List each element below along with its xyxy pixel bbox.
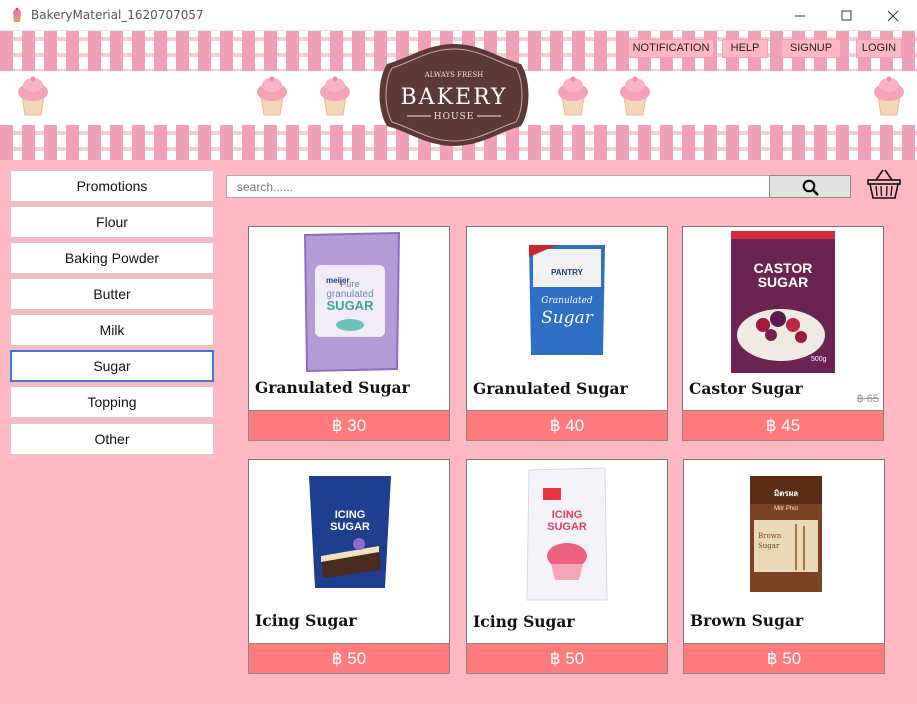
svg-text:Mitr Phol: Mitr Phol (774, 506, 798, 512)
svg-text:มิตรผล: มิตรผล (774, 489, 798, 498)
category-milk[interactable]: Milk (10, 314, 214, 346)
product-name: Brown Sugar (690, 611, 804, 630)
cupcake-decoration-icon (320, 76, 350, 116)
search-input[interactable] (226, 175, 770, 198)
product-card[interactable]: meijer Pure granulated SUGAR Granulated … (248, 226, 450, 441)
cupcake-decoration-icon (558, 76, 588, 116)
category-butter[interactable]: Butter (10, 278, 214, 310)
svg-text:ICING: ICING (552, 509, 583, 521)
minimize-button[interactable] (777, 0, 823, 31)
svg-text:SUGAR: SUGAR (330, 521, 370, 533)
close-icon (887, 10, 899, 22)
product-price: ฿ 50 (248, 643, 450, 674)
category-baking-powder[interactable]: Baking Powder (10, 242, 214, 274)
svg-text:PANTRY: PANTRY (551, 268, 584, 277)
product-name: Granulated Sugar (255, 378, 410, 397)
product-name: Icing Sugar (473, 612, 575, 631)
category-other[interactable]: Other (10, 423, 214, 455)
svg-text:Sugar: Sugar (541, 308, 594, 328)
product-price: ฿ 50 (466, 643, 668, 674)
svg-text:SUGAR: SUGAR (547, 521, 587, 533)
cupcake-decoration-icon (874, 76, 904, 116)
product-card[interactable]: ICING SUGAR Icing Sugar ฿ 50 (466, 459, 668, 674)
close-button[interactable] (870, 0, 916, 31)
notification-button[interactable]: NOTIFICATION (628, 39, 714, 58)
svg-text:Sugar: Sugar (758, 542, 780, 550)
minimize-icon (795, 15, 805, 17)
product-image: PANTRY Granulated Sugar (529, 245, 605, 355)
product-image: มิตรผล Mitr Phol Brown Sugar (750, 476, 822, 592)
svg-text:Brown: Brown (758, 532, 782, 540)
product-price: ฿ 50 (683, 643, 885, 674)
maximize-icon (841, 10, 852, 21)
product-card[interactable]: มิตรผล Mitr Phol Brown Sugar Brown Sugar… (683, 459, 885, 674)
login-button[interactable]: LOGIN (856, 39, 902, 58)
header-banner: ALWAYS FRESH BAKERY HOUSE NOTIFICATION H… (0, 31, 917, 160)
bakery-house-logo: ALWAYS FRESH BAKERY HOUSE (379, 44, 529, 146)
product-image: meijer Pure granulated SUGAR (303, 231, 401, 373)
cupcake-app-icon (13, 7, 21, 22)
product-name: Icing Sugar (255, 611, 357, 630)
product-image: CASTOR SUGAR 500g (731, 231, 835, 373)
product-old-price: ฿ 65 (856, 393, 879, 405)
product-price: ฿ 40 (466, 410, 668, 441)
svg-text:ICING: ICING (335, 509, 366, 521)
product-card[interactable]: ICING SUGAR Icing Sugar ฿ 50 (248, 459, 450, 674)
category-promotions[interactable]: Promotions (10, 170, 214, 202)
title-bar: BakeryMaterial_1620707057 (0, 0, 917, 31)
search-button[interactable] (769, 175, 851, 198)
signup-button[interactable]: SIGNUP (781, 39, 841, 58)
category-sugar[interactable]: Sugar (10, 350, 214, 382)
category-topping[interactable]: Topping (10, 386, 214, 418)
category-flour[interactable]: Flour (10, 206, 214, 238)
logo-name: BAKERY (401, 85, 508, 110)
product-image: ICING SUGAR (526, 467, 608, 601)
product-price: ฿ 30 (248, 410, 450, 441)
logo-sub: HOUSE (434, 112, 475, 122)
cupcake-decoration-icon (18, 76, 48, 116)
product-price: ฿ 45 (682, 410, 884, 441)
product-name: Granulated Sugar (473, 379, 628, 398)
logo-tagline: ALWAYS FRESH (424, 71, 484, 79)
cupcake-decoration-icon (620, 76, 650, 116)
svg-text:SUGAR: SUGAR (758, 274, 809, 290)
product-card[interactable]: PANTRY Granulated Sugar Granulated Sugar… (466, 226, 668, 441)
svg-text:SUGAR: SUGAR (327, 298, 375, 313)
product-card[interactable]: CASTOR SUGAR 500g Castor Sugar ฿ 65 ฿ 45 (682, 226, 884, 441)
help-button[interactable]: HELP (722, 39, 768, 58)
svg-text:Pure: Pure (340, 279, 359, 289)
svg-text:Granulated: Granulated (541, 296, 593, 306)
product-image: ICING SUGAR (309, 476, 391, 588)
product-name: Castor Sugar (689, 379, 803, 398)
search-icon (802, 179, 819, 196)
basket-icon[interactable] (866, 168, 902, 200)
maximize-button[interactable] (824, 0, 870, 31)
window-title: BakeryMaterial_1620707057 (31, 8, 204, 22)
cupcake-decoration-icon (257, 76, 287, 116)
svg-text:500g: 500g (811, 356, 827, 363)
